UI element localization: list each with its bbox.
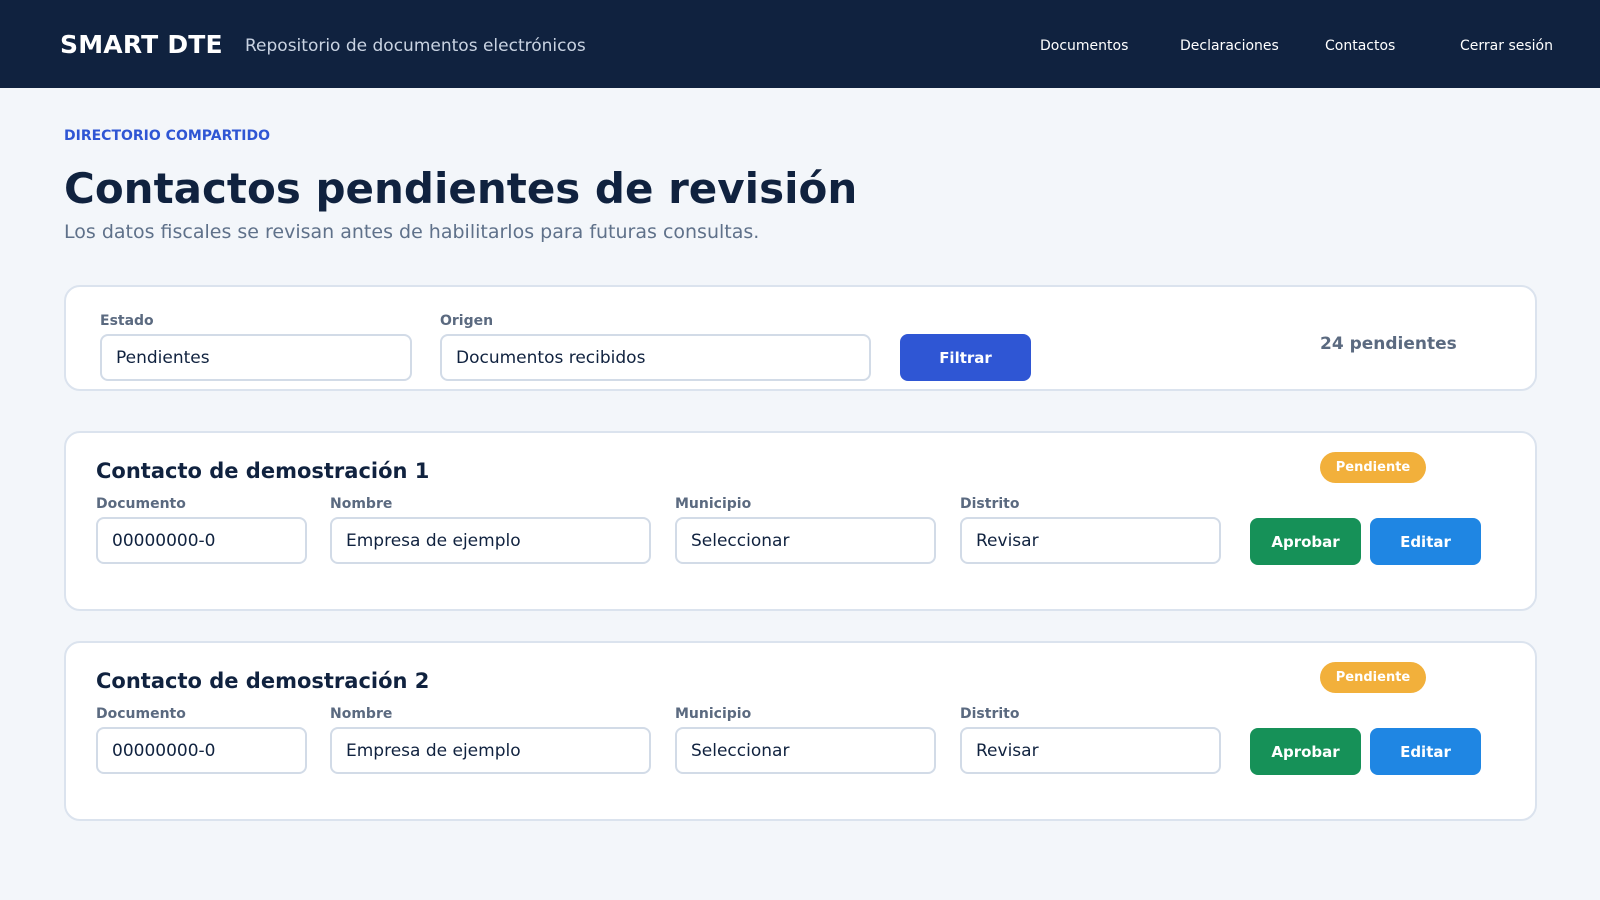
nav-documentos[interactable]: Documentos bbox=[1040, 38, 1128, 54]
contact-card-title: Contacto de demostración 2 bbox=[96, 669, 430, 693]
municipio-label: Municipio bbox=[675, 706, 752, 722]
status-badge: Pendiente bbox=[1320, 452, 1426, 483]
approve-button[interactable]: Aprobar bbox=[1250, 728, 1361, 775]
edit-button[interactable]: Editar bbox=[1370, 728, 1481, 775]
nombre-label: Nombre bbox=[330, 706, 393, 722]
page-title: Contactos pendientes de revisión bbox=[64, 164, 858, 213]
nombre-field[interactable] bbox=[330, 517, 651, 564]
brand-tagline: Repositorio de documentos electrónicos bbox=[245, 36, 586, 56]
municipio-label: Municipio bbox=[675, 496, 752, 512]
distrito-label: Distrito bbox=[960, 496, 1020, 512]
contact-card-title: Contacto de demostración 1 bbox=[96, 459, 430, 483]
nav-declaraciones[interactable]: Declaraciones bbox=[1180, 38, 1279, 54]
origen-label: Origen bbox=[440, 313, 494, 329]
pending-count: 24 pendientes bbox=[1320, 334, 1457, 354]
nombre-field[interactable] bbox=[330, 727, 651, 774]
status-badge: Pendiente bbox=[1320, 662, 1426, 693]
municipio-select[interactable] bbox=[675, 727, 936, 774]
top-bar: SMART DTE Repositorio de documentos elec… bbox=[0, 0, 1600, 88]
estado-select[interactable] bbox=[100, 334, 412, 381]
documento-label: Documento bbox=[96, 496, 186, 512]
distrito-select[interactable] bbox=[960, 517, 1221, 564]
brand-logo[interactable]: SMART DTE bbox=[60, 30, 223, 59]
documento-label: Documento bbox=[96, 706, 186, 722]
estado-label: Estado bbox=[100, 313, 154, 329]
nav-contactos[interactable]: Contactos bbox=[1325, 38, 1395, 54]
documento-field[interactable] bbox=[96, 727, 307, 774]
section-eyebrow: DIRECTORIO COMPARTIDO bbox=[64, 128, 271, 144]
documento-field[interactable] bbox=[96, 517, 307, 564]
municipio-select[interactable] bbox=[675, 517, 936, 564]
page-subtitle: Los datos fiscales se revisan antes de h… bbox=[64, 221, 760, 243]
distrito-label: Distrito bbox=[960, 706, 1020, 722]
distrito-select[interactable] bbox=[960, 727, 1221, 774]
origen-select[interactable] bbox=[440, 334, 871, 381]
logout-link[interactable]: Cerrar sesión bbox=[1460, 38, 1553, 54]
approve-button[interactable]: Aprobar bbox=[1250, 518, 1361, 565]
filter-button[interactable]: Filtrar bbox=[900, 334, 1031, 381]
edit-button[interactable]: Editar bbox=[1370, 518, 1481, 565]
nombre-label: Nombre bbox=[330, 496, 393, 512]
